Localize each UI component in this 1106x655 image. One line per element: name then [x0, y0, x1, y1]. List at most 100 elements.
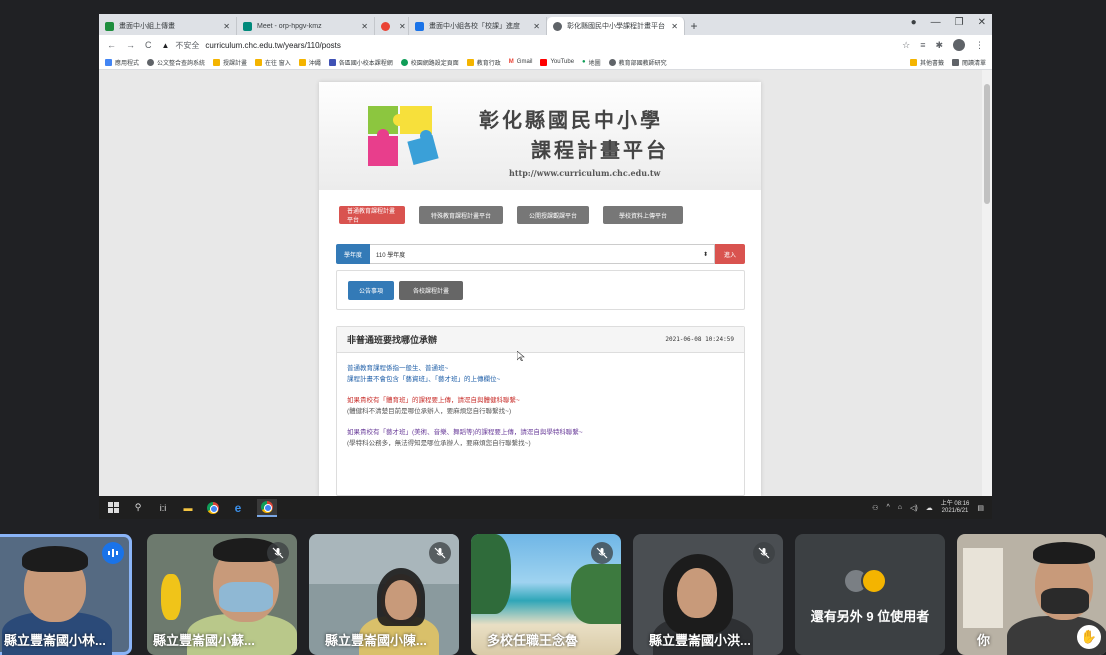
school-upload-button[interactable]: 學校資料上傳平台	[603, 206, 683, 224]
folder-icon	[213, 58, 221, 66]
tab-announcements[interactable]: 公告事項	[348, 281, 394, 300]
general-curriculum-button[interactable]: 普通教育課程計畫平台	[339, 206, 405, 224]
bookmark-item[interactable]: 教育行政	[466, 58, 501, 67]
bookmark-apps[interactable]: 應用程式	[105, 58, 139, 67]
speaking-indicator-icon	[102, 542, 124, 564]
folder-icon	[255, 58, 263, 66]
site-banner: 彰化縣國民中小學 課程計畫平台 http://www.curriculum.ch…	[319, 82, 761, 190]
special-curriculum-button[interactable]: 特殊教育課程計畫平台	[419, 206, 503, 224]
close-icon[interactable]: ✕	[223, 22, 230, 31]
mic-off-icon	[591, 542, 613, 564]
restore-icon[interactable]: ❐	[955, 17, 964, 28]
onedrive-icon[interactable]: ☁	[926, 504, 933, 512]
notice-title: 非普通班要找哪位承辦	[347, 335, 438, 345]
bookmark-item[interactable]: 沖繩	[298, 58, 321, 67]
reading-list-icon[interactable]: ≡	[920, 40, 925, 50]
browser-tab-record[interactable]: ✕	[375, 17, 409, 35]
close-icon[interactable]: ✕	[533, 22, 540, 31]
more-menu-icon[interactable]: ⋮	[975, 40, 984, 51]
content-tabs: 公告事項 各校課程計畫	[336, 270, 745, 310]
bookmark-youtube[interactable]: YouTube	[540, 58, 574, 66]
raise-hand-icon[interactable]: ✋	[1077, 625, 1101, 649]
bookmark-label: 閱讀清單	[961, 60, 986, 67]
url-text[interactable]: curriculum.chc.edu.tw/years/110/posts	[205, 41, 340, 50]
folder-icon	[909, 58, 917, 66]
people-icon[interactable]: ⚇	[872, 504, 878, 512]
bookmark-item[interactable]: 教育部國教師研究	[608, 58, 667, 67]
system-clock[interactable]: 上午 08:16 2021/6/21	[941, 501, 970, 515]
participant-name: 縣立豐崙國小林...	[4, 633, 106, 648]
star-icon[interactable]: ☆	[902, 40, 910, 51]
network-icon[interactable]: ⌂	[898, 504, 902, 511]
close-icon[interactable]: ✕	[399, 22, 406, 31]
close-icon[interactable]: ✕	[671, 22, 678, 31]
self-tile[interactable]: 你 ✋	[957, 534, 1106, 655]
browser-tab-curriculum[interactable]: 彰化縣國民中小學課程計畫平台 ✕	[547, 17, 685, 35]
bookmark-item[interactable]: 授課計畫	[213, 58, 247, 67]
notification-icon[interactable]: ▤	[977, 504, 984, 512]
other-bookmarks[interactable]: 其他書籤	[909, 58, 944, 67]
bookmark-label: 地圖	[588, 60, 601, 67]
close-icon[interactable]: ✕	[361, 22, 368, 31]
participant-tile[interactable]: 縣立豐崙國小林...	[0, 534, 132, 655]
notice-line: (體健科不清楚目前是哪位承辦人，要麻煩您自行聯繫找~)	[347, 408, 512, 415]
chrome-icon[interactable]	[207, 501, 219, 514]
forward-icon[interactable]: →	[126, 40, 135, 50]
site-subtitle: 課程計畫平台	[531, 138, 669, 162]
doc-icon	[328, 58, 336, 66]
file-explorer-icon[interactable]: ▬	[182, 502, 194, 514]
extension-icon[interactable]: ✱	[935, 40, 943, 51]
bookmark-label: 授課計畫	[223, 60, 248, 67]
participant-tile[interactable]: 縣立豐崙國小陳...	[309, 534, 459, 655]
browser-tab-progress[interactable]: 畫面中小組各校「校課」進度 ✕	[409, 17, 547, 35]
gmail-icon: M	[508, 59, 514, 65]
shared-screen: 畫面中小組上傳畫 ✕ Meet - orp-hpgv-kmz ✕ ✕ 畫面中小組…	[99, 14, 992, 519]
active-app[interactable]	[257, 498, 277, 517]
browser-tab-classroom[interactable]: 畫面中小組上傳畫 ✕	[99, 17, 237, 35]
participant-tile[interactable]: 多校任職王念魯	[471, 534, 621, 655]
windows-start-icon[interactable]	[107, 501, 119, 514]
notice-body: 普通教育課程係指一般生、普通班~ 課程計畫不會包含「藝資班」、「藝才班」的上傳欄…	[337, 353, 744, 459]
search-icon[interactable]: ⚲	[132, 502, 144, 514]
bookmark-item[interactable]: 各區國小校本課程網	[328, 58, 393, 67]
notice-line: 如果貴校有「藝才班」(美術、音樂、舞蹈等)的課程要上傳，請逕自與學特科聯繫~	[347, 429, 583, 436]
mic-off-icon	[753, 542, 775, 564]
participant-tile[interactable]: 縣立豐崙國小蘇...	[147, 534, 297, 655]
bookmark-maps[interactable]: ● 地圖	[582, 58, 601, 67]
volume-icon[interactable]: ◁)	[910, 504, 918, 512]
tray-chevron-icon[interactable]: ^	[886, 504, 889, 511]
open-class-button[interactable]: 公開授課觀課平台	[517, 206, 589, 224]
youtube-icon	[540, 58, 548, 66]
omnibox[interactable]: ▲ 不安全 curriculum.chc.edu.tw/years/110/po…	[162, 38, 893, 53]
back-icon[interactable]: ←	[107, 40, 116, 50]
close-window-icon[interactable]: ✕	[978, 17, 986, 28]
reading-list-icon	[951, 58, 959, 66]
scrollbar-thumb[interactable]	[984, 84, 990, 204]
browser-tab-meet[interactable]: Meet - orp-hpgv-kmz ✕	[237, 17, 375, 35]
reload-icon[interactable]: C	[145, 40, 152, 50]
system-tray: ⚇ ^ ⌂ ◁) ☁ 上午 08:16 2021/6/21 ▤	[872, 501, 984, 515]
classroom-icon	[105, 21, 114, 31]
bookmark-item[interactable]: 在往 窗入	[255, 58, 291, 67]
bookmark-label: 在往 窗入	[265, 60, 291, 67]
page-scrollbar[interactable]	[982, 70, 992, 496]
task-view-icon[interactable]: i:i	[157, 502, 169, 514]
bookmark-item[interactable]: 公文整合查詢系統	[147, 58, 205, 67]
bookmark-gmail[interactable]: M Gmail	[509, 59, 533, 65]
tab-school-plans[interactable]: 各校課程計畫	[399, 281, 463, 300]
chrome-icon	[261, 500, 273, 513]
year-select[interactable]: 110 學年度 ⬍	[370, 244, 715, 264]
bookmark-label: Gmail	[516, 59, 533, 65]
profile-avatar[interactable]	[953, 39, 965, 51]
new-tab-button[interactable]: +	[685, 17, 703, 35]
participant-tile[interactable]: 縣立豐崙國小洪...	[633, 534, 783, 655]
tab-label: 畫面中小組各校「校課」進度	[429, 23, 520, 30]
more-participants-tile[interactable]: 還有另外 9 位使用者	[795, 534, 945, 655]
clock-time: 上午 08:16	[940, 500, 970, 507]
bookmark-item[interactable]: 校園網路設定頁面	[400, 58, 459, 67]
enter-button[interactable]: 進入	[715, 244, 745, 264]
edge-icon[interactable]: e	[232, 501, 244, 515]
reading-list[interactable]: 閱讀清單	[951, 58, 986, 67]
participant-name: 縣立豐崙國小陳...	[325, 633, 427, 648]
minimize-icon[interactable]: —	[931, 17, 941, 28]
